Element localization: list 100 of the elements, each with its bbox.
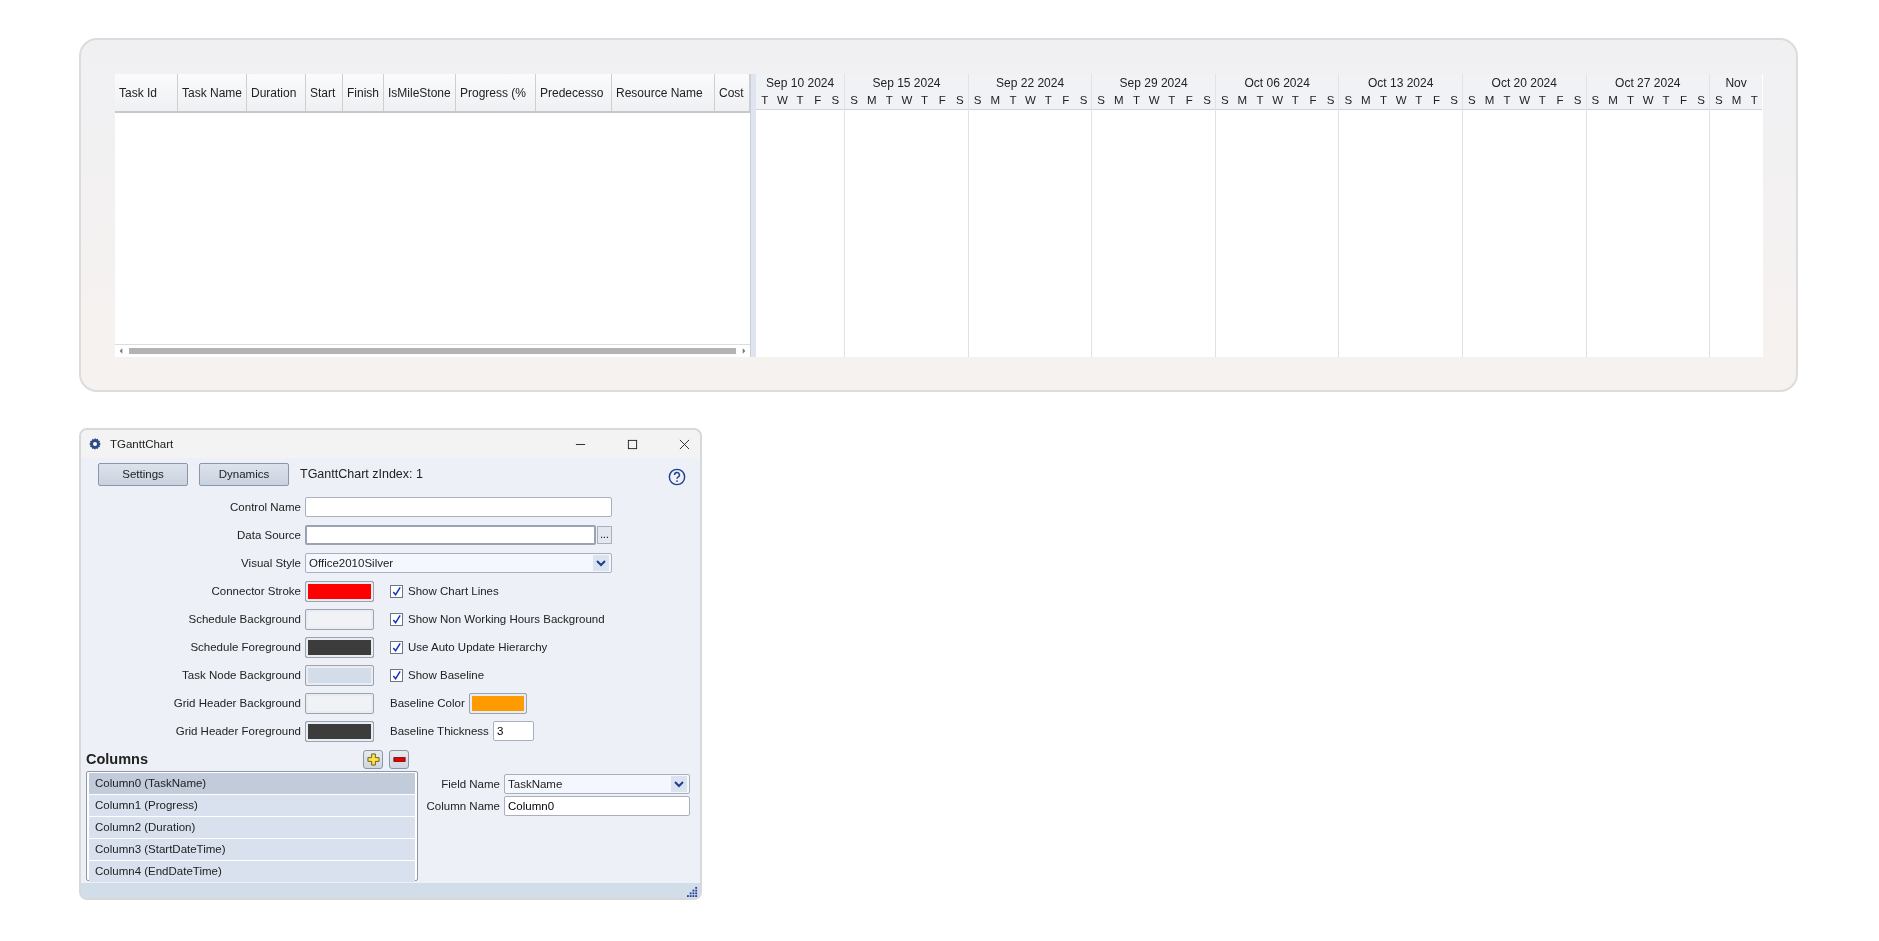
week-label: Sep 15 2024 <box>845 74 968 92</box>
day-label: M <box>865 93 878 108</box>
day-label: T <box>1749 93 1759 108</box>
day-label: T <box>1167 93 1177 108</box>
checkbox-label: Show Non Working Hours Background <box>408 613 605 625</box>
week-label: Sep 10 2024 <box>756 74 845 92</box>
resize-grip-icon[interactable] <box>687 886 698 897</box>
color-picker[interactable] <box>305 720 374 742</box>
add-button[interactable] <box>363 749 383 769</box>
day-label: F <box>813 93 823 108</box>
column-header[interactable]: Resource Name <box>612 74 715 111</box>
day-label: T <box>884 93 894 108</box>
checkbox[interactable] <box>390 668 403 682</box>
color-picker[interactable] <box>305 580 374 602</box>
field-label: Baseline Color <box>390 697 465 709</box>
day-label: M <box>1483 93 1496 108</box>
field-label: Field Name <box>440 778 500 790</box>
checkbox-label: Show Chart Lines <box>408 585 499 597</box>
day-label: T <box>1131 93 1141 108</box>
day-label: M <box>1236 93 1249 108</box>
list-item[interactable]: Column0 (TaskName) <box>89 773 415 794</box>
remove-button[interactable] <box>389 749 409 769</box>
color-picker[interactable] <box>305 636 374 658</box>
field-label: Grid Header Background <box>172 697 301 709</box>
text-field[interactable] <box>305 525 596 545</box>
text-field[interactable] <box>305 497 612 517</box>
checkbox[interactable] <box>390 584 403 598</box>
day-label: T <box>1008 93 1018 108</box>
day-label: S <box>1714 93 1724 108</box>
day-label: W <box>1394 93 1408 108</box>
week-label: Nov <box>1710 74 1762 92</box>
day-label: F <box>937 93 947 108</box>
week-label: Sep 22 2024 <box>968 74 1092 92</box>
day-label: S <box>1466 93 1477 108</box>
dropdown[interactable]: TaskName <box>504 774 690 794</box>
field-label: Visual Style <box>240 557 301 569</box>
list-item[interactable]: Column4 (EndDateTime) <box>89 861 415 882</box>
day-label: F <box>1184 93 1194 108</box>
day-label: T <box>795 93 805 108</box>
column-header[interactable]: Task Id <box>115 74 178 111</box>
day-label: T <box>920 93 930 108</box>
window-title: TGanttChart <box>110 438 174 450</box>
field-label: Column Name <box>425 800 500 812</box>
column-header[interactable]: Task Name <box>178 74 247 111</box>
browse-button[interactable]: ... <box>597 526 612 544</box>
column-header[interactable]: Predecesso <box>536 74 612 111</box>
week-label: Oct 20 2024 <box>1463 74 1586 92</box>
color-picker[interactable] <box>305 664 374 686</box>
day-label: T <box>760 93 770 108</box>
day-label: T <box>1255 93 1265 108</box>
day-label: S <box>1202 93 1212 108</box>
day-label: S <box>1449 93 1459 108</box>
checkbox-label: Use Auto Update Hierarchy <box>408 641 548 653</box>
day-label: T <box>1043 93 1053 108</box>
list-item[interactable]: Column3 (StartDateTime) <box>89 839 415 860</box>
plus-icon <box>366 752 380 766</box>
day-label: T <box>1661 93 1671 108</box>
week-label: Sep 29 2024 <box>1092 74 1215 92</box>
day-label: W <box>1518 93 1532 108</box>
column-header[interactable]: Duration <box>247 74 306 111</box>
chevron-down-icon <box>671 776 687 792</box>
dropdown[interactable]: Office2010Silver <box>305 553 612 573</box>
close-icon[interactable] <box>679 438 690 450</box>
tab-button[interactable]: Settings <box>98 462 188 486</box>
chevron-down-icon <box>593 555 609 571</box>
scroll-left-icon[interactable] <box>119 348 123 354</box>
check-icon <box>391 585 402 597</box>
day-label: W <box>1271 93 1285 108</box>
column-header[interactable]: Finish <box>343 74 384 111</box>
day-label: T <box>1626 93 1636 108</box>
tab-button[interactable]: Dynamics <box>199 462 289 486</box>
column-header[interactable]: Start <box>306 74 343 111</box>
scrollbar-thumb[interactable] <box>129 348 736 354</box>
day-label: M <box>1730 93 1743 108</box>
day-label: M <box>989 93 1002 108</box>
list-item[interactable]: Column1 (Progress) <box>89 795 415 816</box>
day-label: S <box>1572 93 1583 108</box>
scroll-right-icon[interactable] <box>742 348 746 354</box>
day-label: T <box>1537 93 1547 108</box>
week-label: Oct 06 2024 <box>1215 74 1339 92</box>
text-field[interactable]: Column0 <box>504 796 690 816</box>
list-item[interactable]: Column2 (Duration) <box>89 817 415 838</box>
day-label: W <box>776 93 789 108</box>
day-label: F <box>1308 93 1318 108</box>
color-picker[interactable] <box>305 692 374 714</box>
day-label: S <box>849 93 859 108</box>
checkbox[interactable] <box>390 612 403 626</box>
field-label: Schedule Background <box>187 613 301 625</box>
color-picker[interactable] <box>305 608 374 630</box>
column-header[interactable]: IsMileStone <box>384 74 456 111</box>
maximize-icon[interactable] <box>627 438 638 450</box>
day-label: F <box>1061 93 1071 108</box>
info-label: TGanttChart zIndex: 1 <box>300 467 423 481</box>
column-header[interactable]: Progress (% <box>456 74 536 111</box>
color-picker[interactable] <box>468 692 527 714</box>
number-field[interactable]: 3 <box>492 721 534 741</box>
day-label: W <box>1024 93 1037 108</box>
checkbox[interactable] <box>390 640 403 654</box>
day-label: S <box>1696 93 1707 108</box>
help-icon[interactable] <box>668 467 686 486</box>
